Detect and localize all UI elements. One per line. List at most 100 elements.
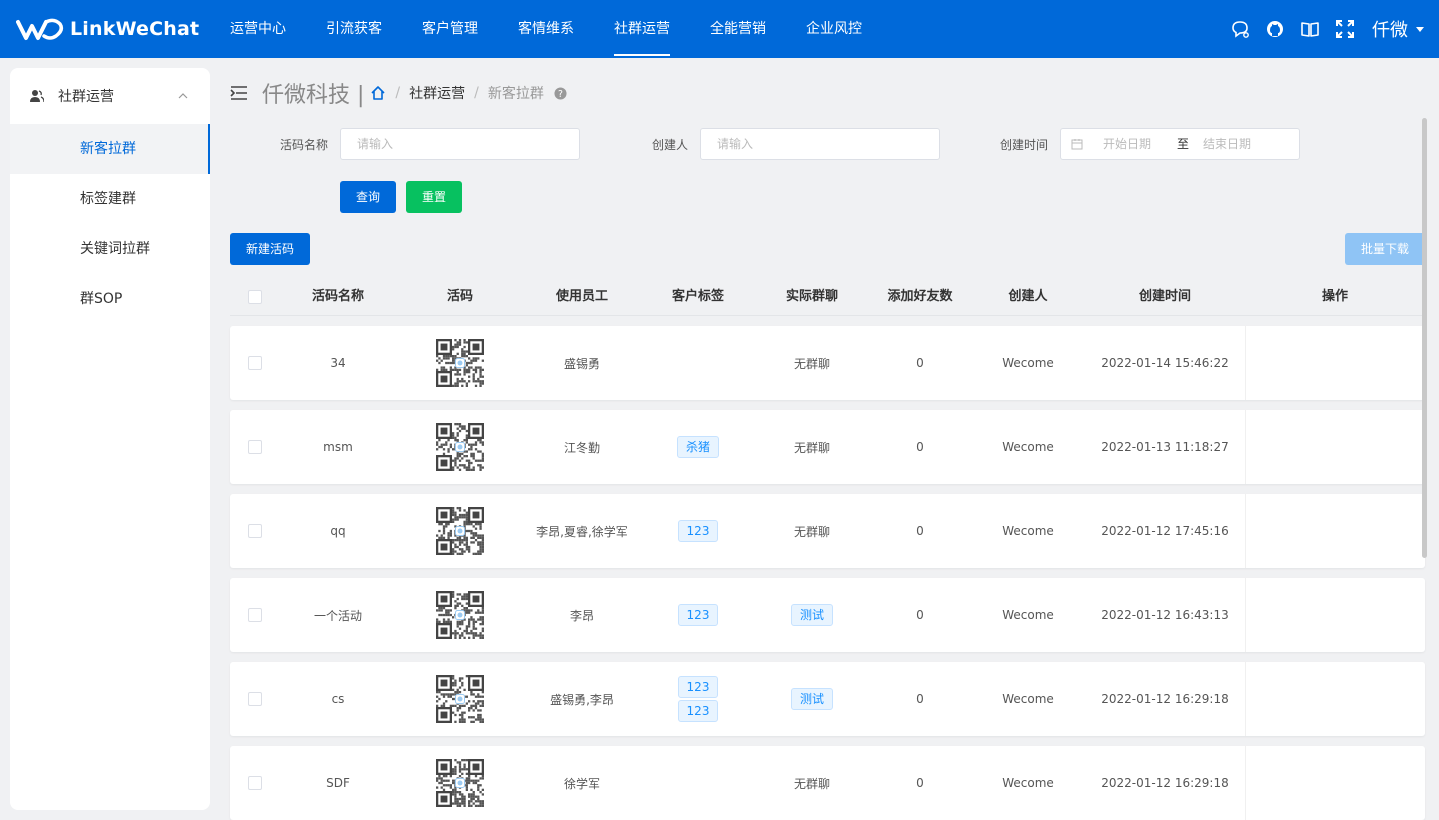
home-icon[interactable]: [370, 85, 386, 101]
sidebar-item[interactable]: 关键词拉群: [10, 224, 210, 274]
column-header: 活码名称: [311, 289, 364, 304]
qr-code-image[interactable]: [436, 507, 484, 555]
creator-input[interactable]: 请输入: [700, 128, 940, 160]
new-code-button[interactable]: 新建活码: [230, 233, 310, 265]
linkwechat-logo-icon: [16, 18, 64, 40]
select-all-checkbox-cell[interactable]: [248, 278, 262, 316]
name-filter-label: 活码名称: [279, 138, 328, 152]
staff-cell: 盛锡勇,李昂: [550, 692, 614, 707]
sidebar-item[interactable]: 新客拉群: [10, 124, 210, 174]
sidebar-group-community[interactable]: 社群运营: [10, 68, 210, 124]
qr-code-cell: [410, 578, 510, 652]
fullscreen-icon[interactable]: [1335, 19, 1355, 39]
code-name-cell: msm: [323, 440, 353, 454]
breadcrumb-bar: 仟微科技 | / 社群运营 / 新客拉群 ?: [230, 76, 567, 110]
tags-cell: 123 123: [650, 662, 746, 736]
breadcrumb-separator: /: [395, 85, 401, 101]
chevron-down-icon[interactable]: [1416, 26, 1424, 32]
created-time-cell: 2022-01-13 11:18:27: [1101, 440, 1229, 454]
code-name-cell: 34: [330, 356, 346, 370]
query-button[interactable]: 查询: [340, 181, 396, 213]
nav-item[interactable]: 客情维系: [498, 0, 594, 58]
main-nav: 运营中心 引流获客 客户管理 客情维系 社群运营 全能营销 企业风控: [210, 0, 882, 58]
qr-code-image[interactable]: [436, 759, 484, 807]
book-icon[interactable]: [1300, 19, 1320, 39]
nav-item[interactable]: 全能营销: [690, 0, 786, 58]
row-checkbox-cell[interactable]: [248, 746, 262, 820]
creator-cell: Wecome: [1002, 608, 1054, 622]
github-icon[interactable]: [1265, 19, 1285, 39]
row-checkbox[interactable]: [248, 524, 262, 538]
table-row: 一个活动 李昂 123 测试 0 Wecome 2022-01-12 16:43:13: [230, 578, 1425, 652]
breadcrumb-item[interactable]: 社群运营: [409, 83, 465, 103]
sidebar-items: 新客拉群 标签建群 关键词拉群 群SOP: [10, 124, 210, 324]
tag-list: 123: [677, 604, 719, 626]
nav-item[interactable]: 引流获客: [306, 0, 402, 58]
breadcrumb-separator: /: [474, 85, 479, 101]
nav-item[interactable]: 运营中心: [210, 0, 306, 58]
column-header: 操作: [1321, 289, 1348, 304]
nav-item[interactable]: 客户管理: [402, 0, 498, 58]
row-checkbox-cell[interactable]: [248, 662, 262, 736]
creator-filter-label: 创建人: [651, 138, 688, 152]
batch-download-button[interactable]: 批量下载: [1345, 233, 1425, 265]
friends-count-cell: 0: [916, 524, 924, 538]
row-checkbox[interactable]: [248, 356, 262, 370]
tags-cell: 123: [650, 578, 746, 652]
qr-code-image[interactable]: [436, 423, 484, 471]
customer-tag: 123: [677, 700, 719, 722]
nav-item[interactable]: 企业风控: [786, 0, 882, 58]
row-checkbox[interactable]: [248, 608, 262, 622]
start-date-input[interactable]: 开始日期: [1103, 129, 1163, 159]
creator-cell: Wecome: [1002, 440, 1054, 454]
row-checkbox[interactable]: [248, 440, 262, 454]
group-chat-cell: 无群聊: [760, 326, 864, 400]
group-chat-cell: 测试: [760, 662, 864, 736]
reset-button[interactable]: 重置: [406, 181, 462, 213]
created-time-cell: 2022-01-12 16:29:18: [1101, 692, 1229, 706]
table-row: qq 李昂,夏睿,徐学军 123 无群聊 0 Wecome 2022-01-12 17:45…: [230, 494, 1425, 568]
friends-count-cell: 0: [916, 440, 924, 454]
customer-tag: 杀猪: [676, 436, 719, 458]
tags-cell: [650, 746, 746, 820]
end-date-input[interactable]: 结束日期: [1203, 129, 1251, 159]
brand-name: LinkWeChat: [70, 18, 200, 40]
tag-list: 杀猪: [676, 436, 719, 458]
code-name-input[interactable]: 请输入: [340, 128, 580, 160]
row-checkbox-cell[interactable]: [248, 578, 262, 652]
qr-code-cell: [410, 410, 510, 484]
actions-cell: [1260, 494, 1410, 568]
tag-list: 123 123: [677, 676, 719, 722]
brand-logo[interactable]: LinkWeChat: [16, 15, 199, 43]
qr-code-image[interactable]: [436, 675, 484, 723]
column-divider: [1245, 662, 1246, 736]
staff-cell: 徐学军: [563, 776, 600, 791]
menu-fold-icon[interactable]: [230, 85, 248, 101]
user-name[interactable]: 仟微: [1372, 16, 1408, 42]
tag-list: 123: [677, 520, 719, 542]
qr-code-image[interactable]: [436, 591, 484, 639]
friends-count-cell: 0: [916, 692, 924, 706]
tags-cell: 123: [650, 494, 746, 568]
column-header: 使用员工: [555, 289, 608, 304]
table-row: 34 盛锡勇 无群聊 0 Wecome 2022-01-14 15:46:22: [230, 326, 1425, 400]
page-scrollbar[interactable]: [1422, 118, 1427, 558]
row-checkbox[interactable]: [248, 776, 262, 790]
row-checkbox[interactable]: [248, 692, 262, 706]
table-row: cs 盛锡勇,李昂 123 123 测试 0 Wecome 2022-01-12 16:29:…: [230, 662, 1425, 736]
actions-cell: [1260, 410, 1410, 484]
qr-code-image[interactable]: [436, 339, 484, 387]
actions-cell: [1260, 746, 1410, 820]
sidebar-item[interactable]: 标签建群: [10, 174, 210, 224]
help-icon[interactable]: ?: [554, 86, 567, 100]
row-checkbox-cell[interactable]: [248, 494, 262, 568]
date-range-picker[interactable]: 开始日期 至 结束日期: [1060, 128, 1300, 160]
row-checkbox-cell[interactable]: [248, 326, 262, 400]
nav-item[interactable]: 社群运营: [594, 0, 690, 58]
sidebar-item[interactable]: 群SOP: [10, 274, 210, 324]
chat-bubble-icon[interactable]: [1230, 19, 1250, 39]
select-all-checkbox[interactable]: [248, 290, 262, 304]
staff-cell: 江冬勤: [563, 440, 600, 455]
group-chat-cell: 测试: [760, 578, 864, 652]
row-checkbox-cell[interactable]: [248, 410, 262, 484]
